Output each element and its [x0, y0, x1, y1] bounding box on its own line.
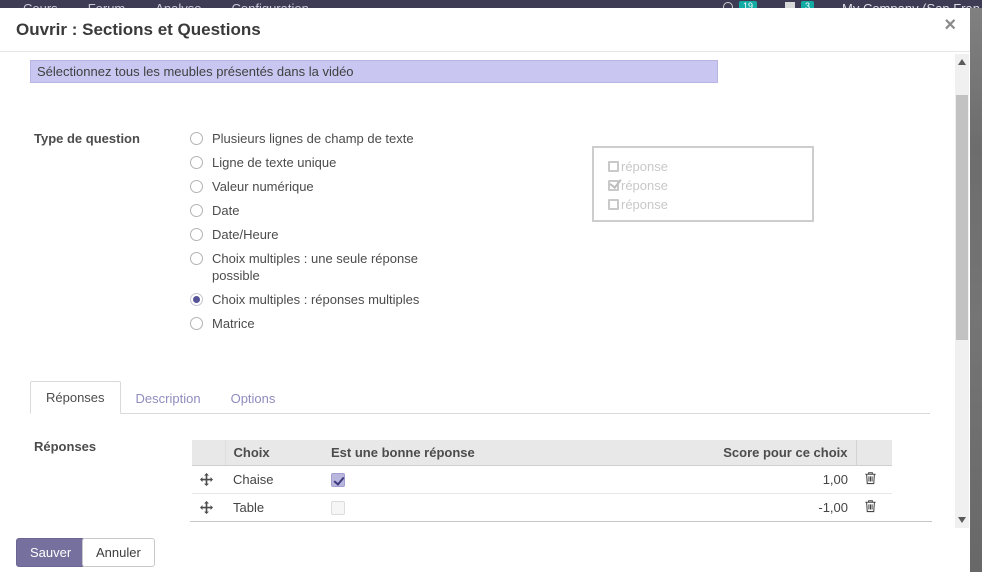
radio-icon[interactable]: [190, 180, 203, 193]
col-header-handle: [192, 440, 225, 466]
scroll-down-icon[interactable]: [958, 517, 966, 523]
tab-options[interactable]: Options: [216, 383, 291, 414]
col-header-score: Score pour ce choix: [610, 440, 856, 466]
navbar-systray: 19 3 My Company (San Fran: [723, 0, 982, 8]
modal-title: Ouvrir : Sections et Questions: [16, 20, 261, 40]
radio-option-multiple-choice[interactable]: Choix multiples : réponses multiples: [190, 291, 425, 308]
radio-icon[interactable]: [190, 228, 203, 241]
radio-option-label: Plusieurs lignes de champ de texte: [212, 130, 414, 147]
message-count-badge[interactable]: 19: [739, 1, 757, 8]
nav-item-cours[interactable]: Cours: [8, 0, 73, 8]
radio-option-matrix[interactable]: Matrice: [190, 315, 425, 332]
nav-item-analyse[interactable]: Analyse: [140, 0, 216, 8]
modal-dialog: Ouvrir : Sections et Questions × Type de…: [0, 8, 970, 572]
radio-icon[interactable]: [190, 293, 203, 306]
checkbox-checked-icon: [608, 180, 619, 191]
radio-icon[interactable]: [190, 204, 203, 217]
page-backdrop-scroll-area[interactable]: [970, 8, 982, 572]
radio-option-singleline[interactable]: Ligne de texte unique: [190, 154, 425, 171]
company-name[interactable]: My Company (San Fran: [842, 1, 982, 8]
save-button[interactable]: Sauver: [16, 538, 85, 567]
correct-checkbox[interactable]: [331, 501, 345, 515]
nav-item-configuration[interactable]: Configuration: [217, 0, 324, 8]
question-type-options: Plusieurs lignes de champ de texte Ligne…: [190, 130, 425, 339]
trash-icon[interactable]: [864, 471, 877, 485]
tab-label: Description: [136, 391, 201, 406]
move-arrows-icon: [200, 501, 213, 514]
modal-header: Ouvrir : Sections et Questions ×: [0, 8, 970, 52]
scroll-thumb[interactable]: [956, 95, 968, 340]
choice-cell[interactable]: Chaise: [225, 466, 323, 494]
choice-cell[interactable]: Table: [225, 494, 323, 522]
modal-scrollbar[interactable]: [955, 54, 969, 528]
radio-option-numeric[interactable]: Valeur numérique: [190, 178, 425, 195]
activity-count-badge[interactable]: 3: [801, 1, 814, 8]
tab-label: Réponses: [46, 390, 105, 405]
correct-cell: [323, 466, 610, 494]
radio-option-label: Date/Heure: [212, 226, 278, 243]
radio-option-label: Choix multiples : réponses multiples: [212, 291, 419, 308]
scroll-up-icon[interactable]: [958, 59, 966, 65]
answer-type-preview: réponse réponse réponse: [592, 146, 814, 222]
preview-item: réponse: [608, 195, 812, 214]
table-header-row: Choix Est une bonne réponse Score pour c…: [192, 440, 892, 466]
radio-option-datetime[interactable]: Date/Heure: [190, 226, 425, 243]
preview-item-label: réponse: [621, 157, 668, 176]
question-text-input[interactable]: [30, 60, 718, 83]
radio-option-simple-choice[interactable]: Choix multiples : une seule réponse poss…: [190, 250, 425, 284]
sheet-bottom-border: [190, 521, 932, 522]
radio-option-label: Matrice: [212, 315, 255, 332]
answers-table: Choix Est une bonne réponse Score pour c…: [192, 440, 892, 521]
radio-icon[interactable]: [190, 317, 203, 330]
radio-option-label: Valeur numérique: [212, 178, 314, 195]
close-icon[interactable]: ×: [944, 15, 956, 35]
radio-option-date[interactable]: Date: [190, 202, 425, 219]
radio-icon[interactable]: [190, 156, 203, 169]
actions-cell: [856, 466, 892, 494]
preview-item-label: réponse: [621, 195, 668, 214]
trash-icon[interactable]: [864, 499, 877, 513]
cancel-button[interactable]: Annuler: [82, 538, 155, 567]
col-header-bonne-reponse: Est une bonne réponse: [323, 440, 610, 466]
preview-item: réponse: [608, 176, 812, 195]
score-cell[interactable]: 1,00: [610, 466, 856, 494]
preview-item: réponse: [608, 157, 812, 176]
tab-reponses[interactable]: Réponses: [30, 381, 121, 414]
radio-option-label: Choix multiples : une seule réponse poss…: [212, 250, 425, 284]
radio-icon[interactable]: [190, 132, 203, 145]
question-type-label: Type de question: [34, 131, 140, 146]
answers-field-label: Réponses: [34, 439, 96, 454]
radio-option-label: Date: [212, 202, 239, 219]
preview-item-label: réponse: [621, 176, 668, 195]
score-cell[interactable]: -1,00: [610, 494, 856, 522]
radio-option-label: Ligne de texte unique: [212, 154, 336, 171]
checkbox-icon: [608, 199, 619, 210]
col-header-actions: [856, 440, 892, 466]
top-navbar: Cours Forum Analyse Configuration 19 3 M…: [0, 0, 982, 8]
checkbox-icon: [608, 161, 619, 172]
tab-label: Options: [231, 391, 276, 406]
table-row: Table -1,00: [192, 494, 892, 522]
drag-handle[interactable]: [192, 466, 225, 494]
nav-item-forum[interactable]: Forum: [73, 0, 141, 8]
drag-handle[interactable]: [192, 494, 225, 522]
radio-option-multiline[interactable]: Plusieurs lignes de champ de texte: [190, 130, 425, 147]
correct-cell: [323, 494, 610, 522]
radio-icon[interactable]: [190, 252, 203, 265]
correct-checkbox[interactable]: [331, 473, 345, 487]
table-row: Chaise 1,00: [192, 466, 892, 494]
move-arrows-icon: [200, 473, 213, 486]
tab-bar: Réponses Description Options: [30, 380, 930, 414]
tab-description[interactable]: Description: [121, 383, 216, 414]
navbar-menu: Cours Forum Analyse Configuration: [0, 0, 324, 8]
actions-cell: [856, 494, 892, 522]
screen: Cours Forum Analyse Configuration 19 3 M…: [0, 0, 982, 572]
col-header-choix: Choix: [225, 440, 323, 466]
